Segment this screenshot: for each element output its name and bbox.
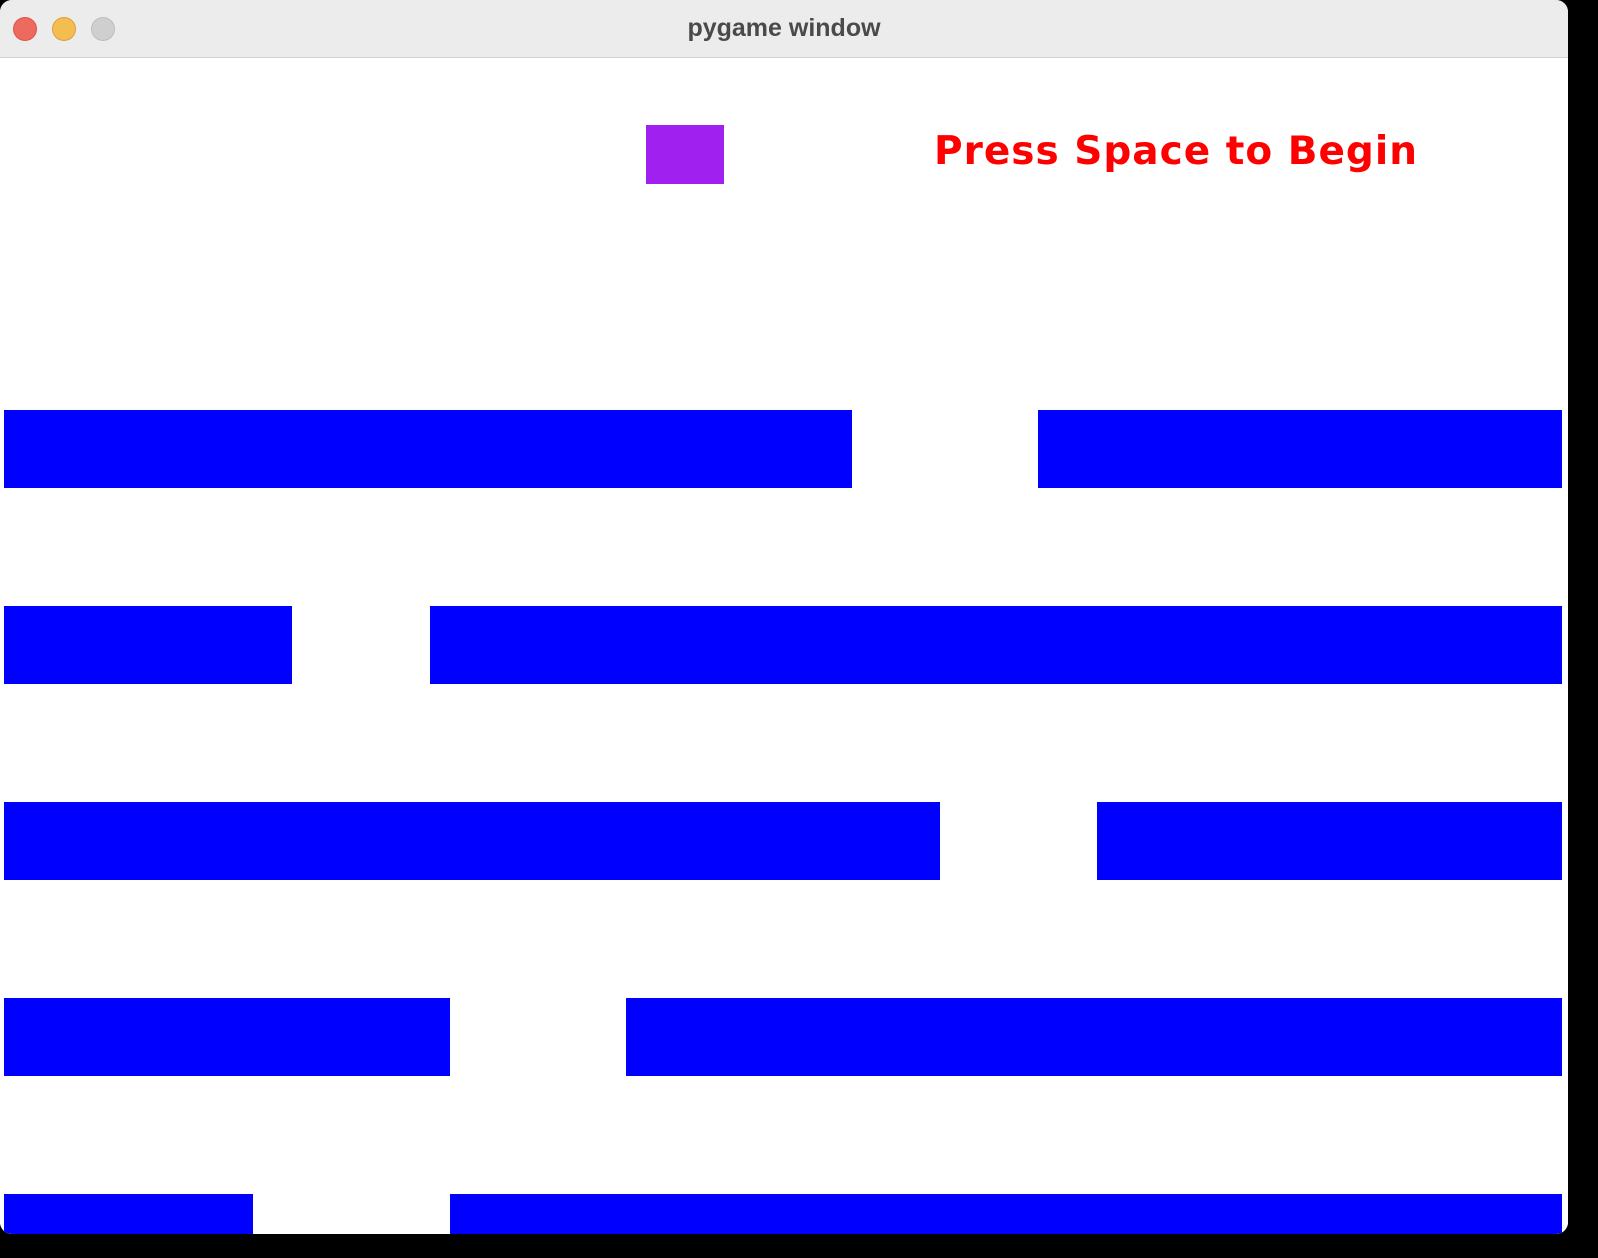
player-square bbox=[646, 125, 724, 184]
platform-row-3-left bbox=[4, 802, 940, 880]
platform-row-4-right bbox=[626, 998, 1562, 1076]
game-canvas[interactable]: Press Space to Begin bbox=[0, 58, 1568, 1234]
platform-row-5-left bbox=[4, 1194, 253, 1234]
platform-row-4-left bbox=[4, 998, 450, 1076]
platform-row-5-right bbox=[450, 1194, 1562, 1234]
start-prompt: Press Space to Begin bbox=[934, 129, 1418, 174]
platform-row-1-right bbox=[1038, 410, 1562, 488]
platform-row-3-right bbox=[1097, 802, 1562, 880]
window-title: pygame window bbox=[687, 14, 881, 42]
platform-row-2-left bbox=[4, 606, 292, 684]
pygame-window: pygame window Press Space to Begin bbox=[0, 0, 1568, 1234]
platform-row-1-left bbox=[4, 410, 852, 488]
title-bar[interactable]: pygame window bbox=[0, 0, 1568, 58]
platform-row-2-right bbox=[430, 606, 1562, 684]
